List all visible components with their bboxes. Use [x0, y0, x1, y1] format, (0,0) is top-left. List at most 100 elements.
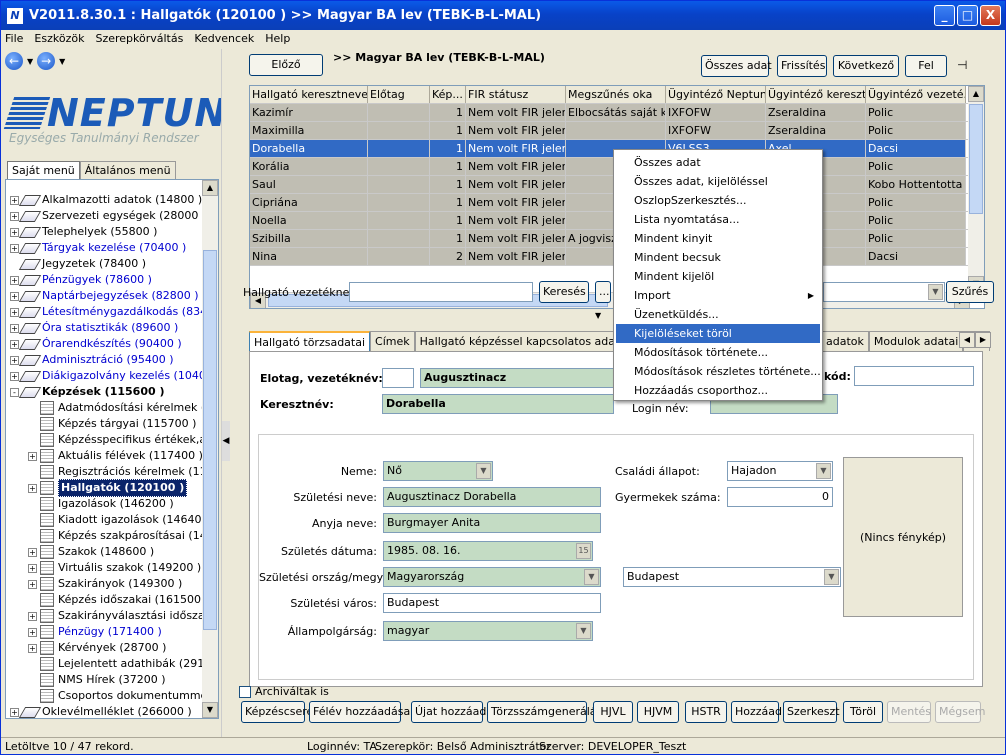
grid-scroll-up-icon[interactable]: ▲ [968, 86, 984, 102]
search-input[interactable] [349, 282, 533, 302]
cancel-button[interactable]: Mégsem [935, 701, 985, 723]
expand-icon[interactable]: + [28, 611, 37, 621]
tab-right-icon[interactable]: ▶ [975, 332, 991, 348]
tab-general-menu[interactable]: Általános menü [79, 161, 176, 179]
marital-select[interactable]: Hajadon ▼ [727, 461, 833, 481]
tree-item[interactable]: + Naptárbejegyzések (82800 ) [8, 288, 204, 304]
expand-icon[interactable]: + [10, 211, 19, 221]
expand-icon[interactable]: + [10, 227, 19, 237]
tree-item[interactable]: + Hallgatók (120100 ) [8, 479, 204, 497]
tab-training-data[interactable]: Hallgató képzéssel kapcsolatos adatai [414, 331, 635, 351]
expand-icon[interactable]: + [10, 371, 19, 381]
menu-favorites[interactable]: Kedvencek [194, 32, 254, 45]
children-input[interactable]: 0 [727, 487, 833, 507]
minimize-button[interactable]: _ [934, 5, 955, 26]
context-menu-item[interactable]: Összes adat [616, 153, 820, 172]
expand-icon[interactable]: + [10, 291, 19, 301]
grid-vscroll[interactable]: ▲ ▼ [968, 86, 984, 292]
chevron-down-icon[interactable]: ▼ [928, 284, 943, 300]
pin-icon[interactable]: ⊣ [957, 58, 967, 72]
refresh-button[interactable]: Frissítés [777, 55, 827, 77]
search-button[interactable]: Keresés [539, 281, 589, 303]
panel-splitter[interactable]: ◀ [221, 49, 230, 737]
menu-help[interactable]: Help [265, 32, 290, 45]
tree-item[interactable]: Lejelentett adathibák (29100 [8, 656, 204, 672]
tree-item[interactable]: + Kérvények (28700 ) [8, 640, 204, 656]
tree-item[interactable]: Képzésspecifikus értékek,ada [8, 432, 204, 448]
context-menu-item[interactable]: Lista nyomtatása... [616, 210, 820, 229]
county-select[interactable]: Budapest ▼ [623, 567, 841, 587]
expand-icon[interactable]: + [10, 195, 19, 205]
chevron-down-icon[interactable]: ▼ [576, 623, 591, 639]
expand-icon[interactable]: + [28, 547, 37, 557]
tree-item[interactable]: Kiadott igazolások (146400 ) [8, 512, 204, 528]
gender-select[interactable]: Nő ▼ [383, 461, 493, 481]
expand-icon[interactable]: + [10, 323, 19, 333]
tab-addresses[interactable]: Címek [370, 331, 415, 351]
tree-item[interactable]: Képzés tárgyai (115700 ) [8, 416, 204, 432]
tab-student-base[interactable]: Hallgató törzsadatai [249, 331, 371, 351]
tree-item[interactable]: - Képzések (115600 ) [8, 384, 204, 400]
menu-file[interactable]: File [5, 32, 23, 45]
context-menu-item[interactable]: Módosítások története... [616, 343, 820, 362]
tree-item[interactable]: + Óra statisztikák (89600 ) [8, 320, 204, 336]
expand-icon[interactable]: + [10, 275, 19, 285]
close-button[interactable]: X [980, 5, 1001, 26]
add-button[interactable]: Hozzáad [731, 701, 782, 723]
citizenship-select[interactable]: magyar ▼ [383, 621, 593, 641]
tree-scrollbar[interactable]: ▲ ▼ [202, 180, 218, 718]
save-button[interactable]: Mentés [887, 701, 931, 723]
column-header[interactable]: Ügyintéző Neptun... [666, 86, 766, 103]
column-header[interactable]: Megszűnés oka [566, 86, 666, 103]
tree-item[interactable]: Képzés szakpárosításai (147 [8, 528, 204, 544]
tree-item[interactable]: + Szakok (148600 ) [8, 544, 204, 560]
tree-item[interactable]: + Adminisztráció (95400 ) [8, 352, 204, 368]
birthname-input[interactable]: Augusztinacz Dorabella [383, 487, 601, 507]
column-header[interactable]: FIR státusz [466, 86, 566, 103]
tree-item[interactable]: + Órarendkészítés (90400 ) [8, 336, 204, 352]
panel-toggle-icon[interactable]: ▼ [595, 311, 601, 320]
tab-own-menu[interactable]: Saját menü [7, 161, 80, 179]
hjvl-button[interactable]: HJVL [593, 701, 633, 723]
chevron-down-icon[interactable]: ▼ [476, 463, 491, 479]
filter-combo[interactable]: ▼ [823, 282, 945, 302]
tree-item[interactable]: + Virtuális szakok (149200 ) [8, 560, 204, 576]
context-menu-item[interactable]: Import ▶ [616, 286, 820, 305]
expand-icon[interactable]: + [10, 355, 19, 365]
context-menu-item[interactable]: OszlopSzerkesztés... [616, 191, 820, 210]
tree-item[interactable]: + Pénzügyek (78600 ) [8, 272, 204, 288]
table-row[interactable]: Kazimír 1Nem volt FIR jelentéElbocsátás s… [250, 104, 984, 122]
tab-data[interactable]: adatok [821, 331, 869, 351]
prev-button[interactable]: Előző [249, 54, 323, 76]
forward-dropdown-icon[interactable]: ▼ [59, 57, 65, 66]
tree-item[interactable]: Képzés időszakai (161500 ) [8, 592, 204, 608]
menu-role-switch[interactable]: Szerepkörváltás [95, 32, 183, 45]
tree-item[interactable]: + Diákigazolvány kezelés (10400 ) [8, 368, 204, 384]
tree-item[interactable]: Adatmódosítási kérelmek (89( [8, 400, 204, 416]
context-menu-item[interactable]: Mindent becsuk [616, 248, 820, 267]
scroll-down-icon[interactable]: ▼ [202, 702, 218, 718]
id-generate-button[interactable]: Törzsszámgenerálás [487, 701, 602, 723]
tree-item[interactable]: + Pénzügy (171400 ) [8, 624, 204, 640]
code-input[interactable] [854, 366, 974, 386]
expand-icon[interactable]: + [28, 483, 37, 493]
table-row[interactable]: Maximilla 1Nem volt FIR jelenté IXFOFWZser… [250, 122, 984, 140]
tab-modules[interactable]: Modulok adatai [868, 331, 964, 351]
tree-item[interactable]: Igazolások (146200 ) [8, 496, 204, 512]
collapse-icon[interactable]: - [10, 387, 19, 397]
hstr-button[interactable]: HSTR [685, 701, 727, 723]
forward-arrow-icon[interactable]: → [37, 52, 56, 70]
maximize-button[interactable]: □ [957, 5, 978, 26]
back-arrow-icon[interactable]: ← [5, 52, 23, 70]
training-change-button[interactable]: Képzéscsere [241, 701, 313, 723]
tree-item[interactable]: + Telephelyek (55800 ) [8, 224, 204, 240]
column-header[interactable]: Előtag [368, 86, 430, 103]
expand-icon[interactable]: + [10, 339, 19, 349]
context-menu-item[interactable]: Mindent kijelöl [616, 267, 820, 286]
expand-icon[interactable]: + [28, 643, 37, 653]
tree-item[interactable]: Jegyzetek (78400 ) [8, 256, 204, 272]
tree-item[interactable]: Regisztrációs kérelmek (1192 [8, 464, 204, 480]
scroll-up-icon[interactable]: ▲ [202, 180, 218, 196]
tree-item[interactable]: + Aktuális félévek (117400 ) [8, 448, 204, 464]
tree-item[interactable]: + Szakirányok (149300 ) [8, 576, 204, 592]
